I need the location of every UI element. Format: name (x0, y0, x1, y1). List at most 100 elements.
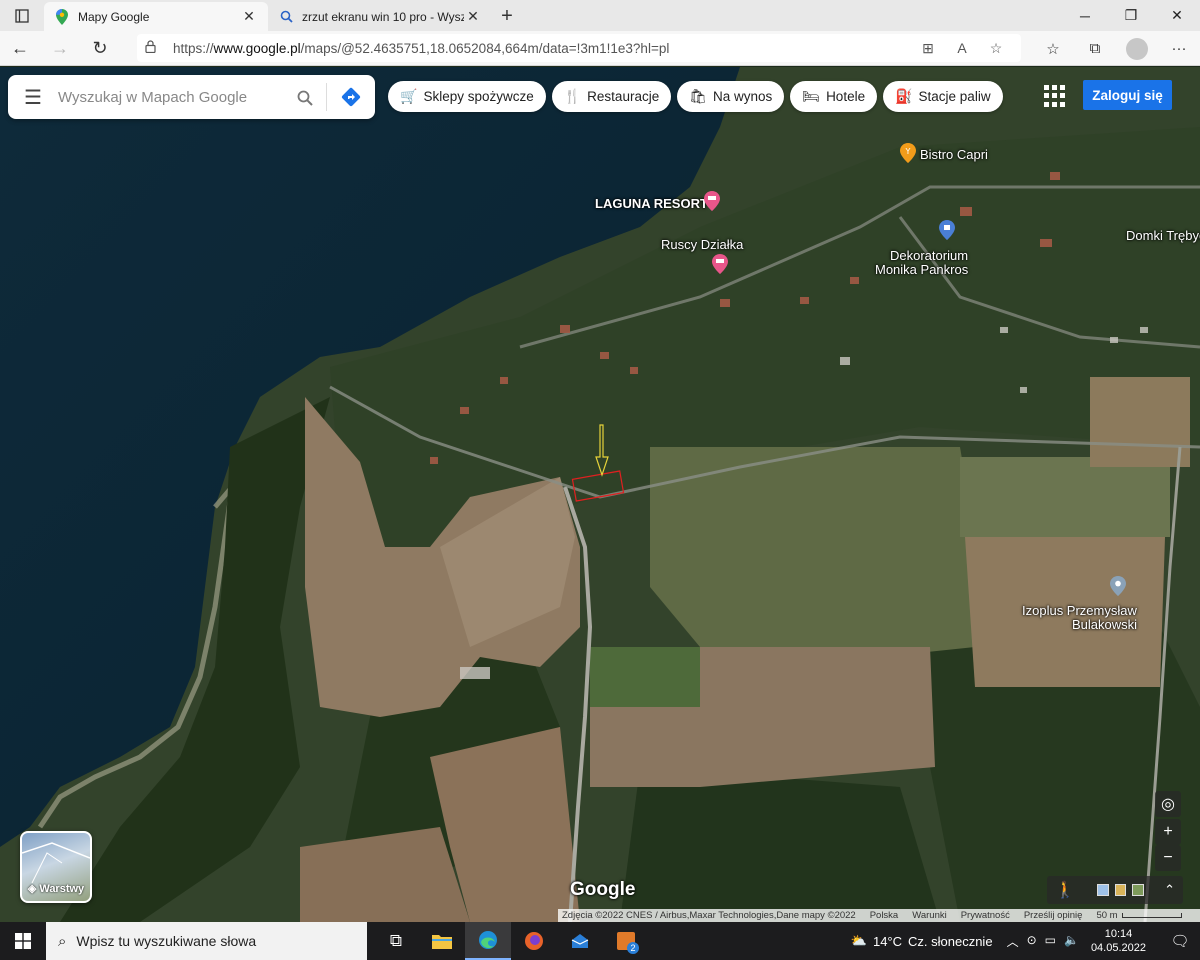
shop-pin-icon[interactable] (939, 220, 955, 240)
poi-label[interactable]: Bistro Capri (920, 147, 988, 162)
profile-avatar[interactable] (1126, 37, 1148, 60)
weather-widget[interactable]: ⛅ 14°C Cz. słonecznie (851, 933, 993, 949)
hamburger-menu-icon[interactable]: ☰ (8, 85, 58, 110)
sign-in-button[interactable]: Zaloguj się (1083, 80, 1172, 110)
expand-icon[interactable]: ⌃ (1164, 882, 1175, 898)
attribution-bar: Zdjęcia ©2022 CNES / Airbus,Maxar Techno… (558, 909, 1200, 922)
imagery-thumbnail[interactable] (1096, 884, 1109, 896)
poi-label[interactable]: Ruscy Działka (661, 237, 743, 252)
weather-temp: 14°C (872, 933, 903, 949)
tab-google-maps[interactable]: Mapy Google ✕ (44, 2, 268, 31)
refresh-icon[interactable]: ↻ (80, 31, 120, 66)
more-options-icon[interactable]: ··· (1158, 31, 1200, 66)
my-location-icon[interactable]: ◎ (1155, 791, 1181, 817)
close-tab-icon[interactable]: ✕ (464, 8, 482, 25)
app-available-icon[interactable]: ⊞ (911, 40, 945, 57)
browser-tab-strip: Mapy Google ✕ zrzut ekranu win 10 pro - … (0, 0, 1200, 31)
edge-browser-icon[interactable] (465, 922, 511, 960)
file-explorer-icon[interactable] (419, 922, 465, 960)
footer-link[interactable]: Polska (870, 910, 899, 921)
bed-icon: 🛏 (802, 88, 821, 104)
poi-label[interactable]: Bulakowski (1072, 617, 1137, 632)
poi-label[interactable]: Monika Pankros (875, 262, 968, 277)
windows-start-icon[interactable] (0, 922, 46, 960)
search-icon[interactable] (283, 83, 327, 111)
back-arrow-icon[interactable]: ← (0, 31, 40, 66)
chip-label: Stacje paliw (918, 89, 991, 104)
poi-label[interactable]: Izoplus Przemysław (1022, 603, 1137, 618)
url-text: https://www.google.pl/maps/@52.4635751,1… (173, 40, 670, 56)
address-bar[interactable]: https://www.google.pl/maps/@52.4635751,1… (137, 34, 1021, 62)
clock[interactable]: 10:14 04.05.2022 (1091, 927, 1146, 955)
chip-gas-stations[interactable]: ⛽ Stacje paliw (883, 81, 1003, 112)
maps-search-input[interactable] (58, 88, 283, 106)
tab-search[interactable]: zrzut ekranu win 10 pro - Wyszuk ✕ (268, 2, 492, 31)
browser-tools: ☆ ⧉ ··· (1032, 31, 1200, 66)
google-apps-icon[interactable] (1044, 85, 1066, 107)
firefox-icon[interactable] (511, 922, 557, 960)
lock-icon[interactable] (145, 40, 161, 56)
chip-restaurants[interactable]: 🍴 Restauracje (551, 81, 672, 112)
windows-taskbar: ⌕ Wpisz tu wyszukiwane słowa ⧉ 2 ⛅ 14°C … (0, 922, 1200, 960)
chip-hotels[interactable]: 🛏 Hotele (790, 81, 878, 112)
chip-takeout[interactable]: 🛍 Na wynos (677, 81, 785, 112)
footer-link[interactable]: Prześlij opinię (1024, 910, 1083, 921)
new-tab-button[interactable]: + (492, 2, 522, 31)
location-icon[interactable]: ⊙ (1027, 933, 1037, 950)
network-icon[interactable]: ▭ (1045, 933, 1056, 950)
search-icon: ⌕ (58, 932, 67, 950)
poi-label[interactable]: LAGUNA RESORT (595, 196, 708, 211)
search-icon (278, 9, 294, 25)
map-thumbnail (22, 842, 90, 884)
scale-bar[interactable]: 50 m (1096, 910, 1182, 921)
footer-link[interactable]: Warunki (912, 910, 947, 921)
read-aloud-icon[interactable]: A (945, 40, 979, 56)
notifications-icon[interactable]: 🗨 (1160, 932, 1200, 950)
layers-label: ◈ Warstwy (27, 883, 85, 895)
notification-badge: 2 (627, 942, 639, 954)
weather-desc: Cz. słonecznie (908, 933, 993, 949)
hotel-pin-icon[interactable] (712, 254, 728, 274)
minimize-icon[interactable]: ─ (1062, 0, 1108, 31)
poi-label[interactable]: Dekoratorium (890, 248, 968, 263)
street-view-bar: 🚶 ⌃ (1047, 876, 1183, 904)
place-pin-icon[interactable] (1110, 576, 1126, 596)
hotel-pin-icon[interactable] (704, 191, 720, 211)
map-canvas[interactable]: ☰ 🛒 Sklepy spożywcze 🍴 Restauracje 🛍 Na wyn… (0, 67, 1200, 922)
browser-toolbar: ← → ↻ https://www.google.pl/maps/@52.463… (0, 31, 1200, 66)
imagery-thumbnail[interactable] (1114, 884, 1127, 896)
poi-label[interactable]: Domki Trębyc (1126, 228, 1200, 243)
directions-icon[interactable] (327, 86, 375, 108)
volume-icon[interactable]: 🔈 (1064, 933, 1079, 950)
collections-icon[interactable]: ⧉ (1074, 31, 1116, 66)
close-tab-icon[interactable]: ✕ (240, 8, 258, 25)
zoom-in-button[interactable]: + (1155, 819, 1181, 845)
cart-icon: 🛒 (400, 88, 418, 104)
close-window-icon[interactable]: ✕ (1154, 0, 1200, 31)
taskbar-apps: ⧉ 2 (373, 922, 649, 960)
fork-knife-icon: 🍴 (563, 88, 582, 104)
forward-arrow-icon[interactable]: → (40, 31, 80, 66)
app-with-badge-icon[interactable]: 2 (603, 922, 649, 960)
restore-icon[interactable]: ❐ (1108, 0, 1154, 31)
google-logo: Google (570, 879, 636, 900)
footer-link[interactable]: Prywatność (961, 910, 1010, 921)
layers-icon: ◈ (27, 883, 40, 895)
restaurant-pin-icon[interactable]: Y (900, 143, 916, 163)
tab-title: zrzut ekranu win 10 pro - Wyszuk (302, 9, 464, 24)
fuel-icon: ⛽ (895, 88, 913, 104)
chip-label: Na wynos (713, 89, 773, 104)
mail-app-icon[interactable] (557, 922, 603, 960)
maps-search-box: ☰ (8, 75, 375, 119)
imagery-thumbnail[interactable] (1132, 884, 1145, 896)
task-view-icon[interactable]: ⧉ (373, 922, 419, 960)
tab-actions-icon[interactable] (0, 0, 44, 31)
taskbar-search[interactable]: ⌕ Wpisz tu wyszukiwane słowa (46, 922, 367, 960)
zoom-out-button[interactable]: − (1155, 845, 1181, 871)
pegman-icon[interactable]: 🚶 (1055, 880, 1075, 900)
chevron-up-icon[interactable]: ︿ (1007, 933, 1019, 950)
chip-groceries[interactable]: 🛒 Sklepy spożywcze (388, 81, 546, 112)
add-favorite-icon[interactable]: ☆ (979, 40, 1013, 57)
layers-switcher[interactable]: ◈ Warstwy (20, 831, 92, 903)
favorites-icon[interactable]: ☆ (1032, 31, 1074, 66)
